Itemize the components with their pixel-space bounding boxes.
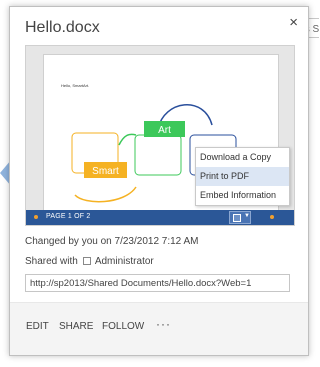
changed-info: Changed by you on 7/23/2012 7:12 AM: [25, 236, 199, 247]
user-checkbox-icon: [82, 257, 91, 265]
smartart-label-smart: Smart: [92, 166, 119, 177]
close-icon[interactable]: ×: [289, 15, 298, 30]
edit-button[interactable]: EDIT: [26, 321, 49, 332]
prev-page-dot-icon[interactable]: [34, 215, 38, 219]
document-url-field[interactable]: http://sp2013/Shared Documents/Hello.doc…: [25, 274, 290, 292]
next-page-dot-icon[interactable]: [270, 215, 274, 219]
smartart-box-green: [134, 134, 182, 176]
smartart-arc-green: [118, 133, 137, 146]
card-actions-bar: EDIT SHARE FOLLOW ···: [10, 302, 308, 355]
menu-item-download-copy[interactable]: Download a Copy: [196, 148, 289, 167]
smartart-label-art: Art: [158, 125, 171, 136]
viewer-toolbar: PAGE 1 OF 2 ▼: [26, 210, 294, 225]
page-indicator: PAGE 1 OF 2: [46, 213, 91, 220]
viewer-context-menu: Download a Copy Print to PDF Embed Infor…: [195, 147, 290, 206]
smartart-arc-yellow: [74, 186, 137, 203]
share-button[interactable]: SHARE: [59, 321, 93, 332]
chevron-down-icon: ▼: [244, 213, 250, 219]
page-menu-icon: [233, 214, 241, 222]
more-options-button[interactable]: ···: [156, 317, 171, 331]
card-title: Hello.docx: [25, 19, 100, 36]
shared-with: Shared with Administrator: [25, 256, 154, 267]
document-hover-card: Hello.docx × Hello, SmartArt. Art Smart: [9, 6, 309, 356]
shared-with-user[interactable]: Administrator: [95, 256, 154, 267]
menu-item-embed-information[interactable]: Embed Information: [196, 186, 289, 205]
menu-item-print-to-pdf[interactable]: Print to PDF: [196, 167, 289, 186]
shared-with-label: Shared with: [25, 256, 78, 267]
follow-button[interactable]: FOLLOW: [102, 321, 144, 332]
viewer-menu-button[interactable]: ▼: [229, 211, 251, 224]
